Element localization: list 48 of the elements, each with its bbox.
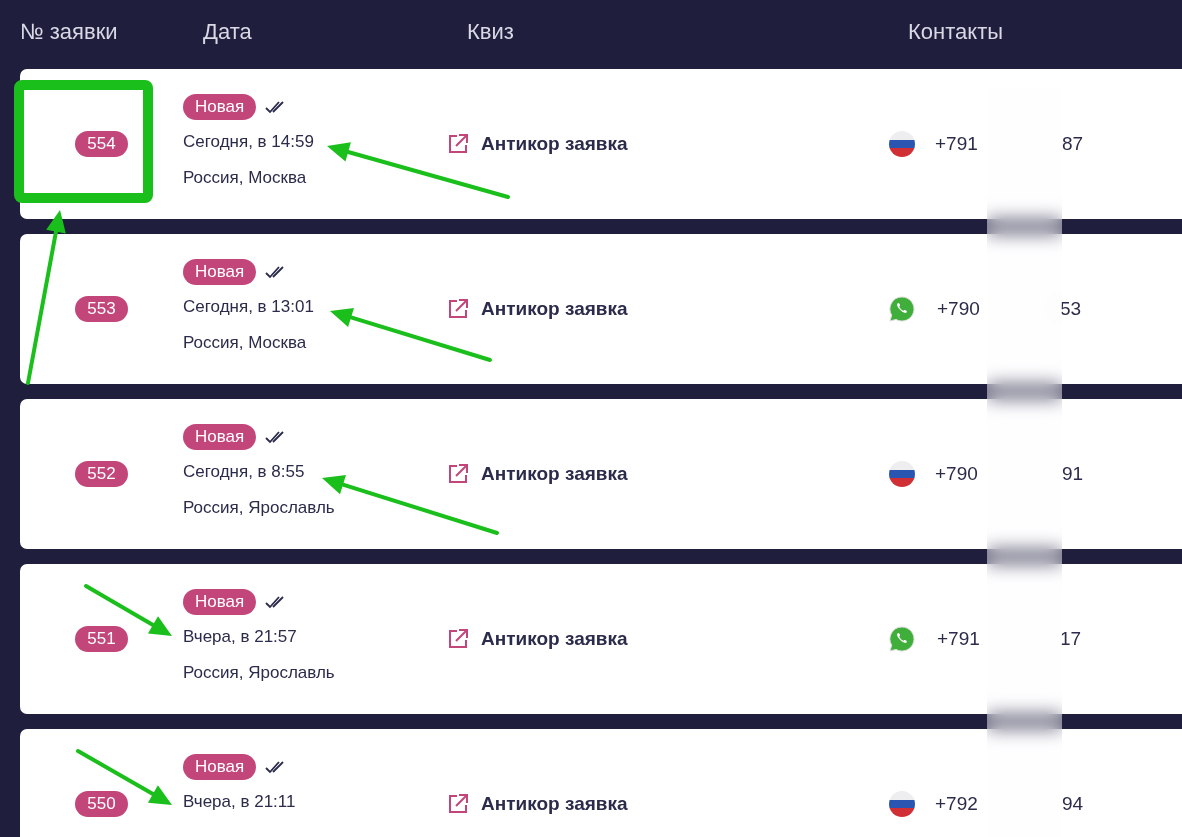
phone-number-start: +790 (935, 463, 979, 485)
external-link-icon[interactable] (447, 133, 469, 155)
request-date: Сегодня, в 14:59 (183, 132, 314, 152)
status-badge: Новая (183, 259, 257, 285)
phone-number-start: +792 (935, 793, 979, 815)
request-number: 551 (75, 626, 128, 652)
status-badge: Новая (183, 754, 257, 780)
russian-flag-icon (888, 790, 916, 818)
request-date: Сегодня, в 13:01 (183, 297, 314, 317)
quiz-link[interactable]: Антикор заявка (481, 463, 628, 485)
quiz-link[interactable]: Антикор заявка (481, 133, 628, 155)
request-number: 554 (75, 131, 128, 157)
column-header: Дата (203, 18, 252, 45)
request-date: Вчера, в 21:11 (183, 792, 296, 812)
phone-number-end: 94 (1062, 793, 1084, 815)
status-badge: Новая (183, 94, 257, 120)
phone-number-start: +791 (935, 133, 979, 155)
status-badge: Новая (183, 424, 257, 450)
column-header: Контакты (908, 18, 1004, 45)
external-link-icon[interactable] (447, 298, 469, 320)
whatsapp-icon (888, 295, 916, 323)
request-date: Сегодня, в 8:55 (183, 462, 305, 482)
request-location: Россия, Москва (183, 333, 307, 353)
request-number: 553 (75, 296, 128, 322)
phone-number-end: 17 (1060, 628, 1082, 650)
russian-flag-icon (888, 130, 916, 158)
request-location: Россия, Ярославль (183, 663, 335, 683)
column-header: Квиз (467, 18, 514, 45)
russian-flag-icon (888, 460, 916, 488)
quiz-link[interactable]: Антикор заявка (481, 793, 628, 815)
request-date: Вчера, в 21:57 (183, 627, 297, 647)
quiz-link[interactable]: Антикор заявка (481, 298, 628, 320)
whatsapp-icon (888, 625, 916, 653)
external-link-icon[interactable] (447, 793, 469, 815)
quiz-link[interactable]: Антикор заявка (481, 628, 628, 650)
request-location: Россия, Ярославль (183, 498, 335, 518)
request-number: 552 (75, 461, 128, 487)
request-location: Россия, Москва (183, 168, 307, 188)
phone-number-start: +790 (937, 298, 981, 320)
phone-number-end: 91 (1062, 463, 1084, 485)
phone-number-end: 87 (1062, 133, 1084, 155)
request-number: 550 (75, 791, 128, 817)
external-link-icon[interactable] (447, 628, 469, 650)
column-header: № заявки (20, 18, 118, 45)
external-link-icon[interactable] (447, 463, 469, 485)
phone-number-end: 53 (1060, 298, 1082, 320)
status-badge: Новая (183, 589, 257, 615)
phone-number-start: +791 (937, 628, 981, 650)
